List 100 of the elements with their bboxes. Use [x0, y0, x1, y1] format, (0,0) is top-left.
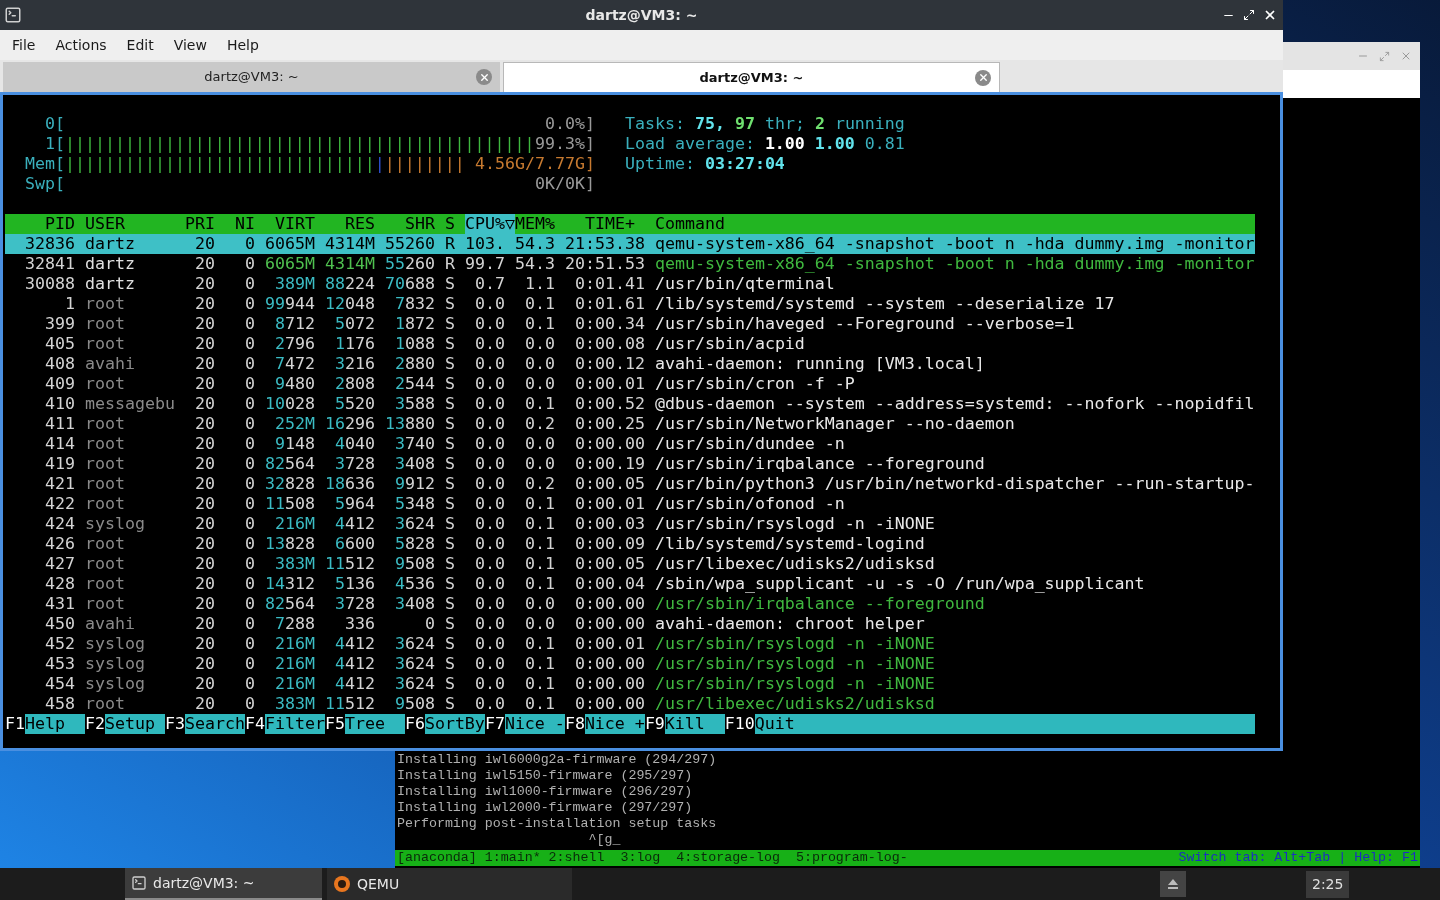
table-cell: 14312 — [265, 574, 315, 594]
table-cell-text: syslog — [85, 634, 146, 654]
process-row[interactable]: 409 root 20 0 9480 2808 2544 S 0.0 0.0 0:00.01 /usr/sbin/cron -f -P — [5, 374, 1255, 394]
table-cell: 11512 — [325, 694, 375, 714]
table-cell: 11512 — [325, 554, 375, 574]
process-row[interactable]: 453 syslog 20 0 216M 4412 3624 S 0.0 0.1 0:00.00 /usr/sbin/rsyslogd -n -iNONE — [5, 654, 1255, 674]
table-cell-text: 0:00.01 — [574, 634, 645, 654]
process-row[interactable]: 32836 dartz 20 0 6065M 4314M 55260 R 103. 54.3 21:53.38 qemu-system-x86_64 -snapshot -boot n -hda dummy.img -monitor — [5, 234, 1255, 254]
terminal-tab[interactable]: dartz@VM3: ~ — [3, 62, 500, 92]
process-row[interactable]: 452 syslog 20 0 216M 4412 3624 S 0.0 0.1 0:00.01 /usr/sbin/rsyslogd -n -iNONE — [5, 634, 1255, 654]
process-row[interactable]: 399 root 20 0 8712 5072 1872 S 0.0 0.1 0:00.34 /usr/sbin/haveged --Foreground --verbose=1 — [5, 314, 1255, 334]
table-cell-text: 0.0 — [524, 374, 555, 394]
function-key-action[interactable]: Nice - — [504, 714, 565, 734]
table-cell-text: avahi — [85, 354, 136, 374]
process-row[interactable]: 458 root 20 0 383M 11512 9508 S 0.0 0.1 0:00.00 /usr/libexec/udisks2/udisksd — [5, 694, 1255, 714]
table-cell-text: 0.2 — [524, 414, 555, 434]
function-key-action[interactable]: Tree — [344, 714, 405, 734]
process-row[interactable]: 411 root 20 0 252M 16296 13880 S 0.0 0.2 0:00.25 /usr/sbin/NetworkManager --no-daemon — [5, 414, 1255, 434]
table-cell-text: root — [85, 494, 126, 514]
table-cell: 103. — [465, 234, 505, 254]
menu-item[interactable]: View — [164, 31, 216, 59]
table-cell-text: 0.0 — [474, 394, 505, 414]
table-cell-text: 0.0 — [524, 594, 555, 614]
menu-item[interactable]: Actions — [46, 31, 116, 59]
process-row[interactable]: 408 avahi 20 0 7472 3216 2880 S 0.0 0.0 0:00.12 avahi-daemon: running [VM3.local] — [5, 354, 1255, 374]
table-cell-text: 20 — [194, 674, 215, 694]
terminal-tab[interactable]: dartz@VM3: ~ — [503, 62, 1000, 92]
table-cell-text: 0 — [244, 294, 255, 314]
process-row[interactable]: 426 root 20 0 13828 6600 5828 S 0.0 0.1 0:00.09 /lib/systemd/systemd-logind — [5, 534, 1255, 554]
process-row[interactable]: 32841 dartz 20 0 6065M 4314M 55260 R 99.7 54.3 20:51.53 qemu-system-x86_64 -snapshot -boot n -hda dummy.img -monitor — [5, 254, 1255, 274]
column-header[interactable]: PRI — [185, 214, 215, 234]
function-key-action[interactable]: Quit — [754, 714, 1255, 734]
table-cell-text: 3624 — [394, 634, 435, 654]
table-cell-text: 20 — [194, 694, 215, 714]
function-key-action[interactable]: Kill — [664, 714, 725, 734]
process-row[interactable]: 421 root 20 0 32828 18636 9912 S 0.0 0.2 0:00.05 /usr/bin/python3 /usr/bin/networkd-dispatcher --run-startup- — [5, 474, 1255, 494]
process-row[interactable]: 422 root 20 0 11508 5964 5348 S 0.0 0.1 0:00.01 /usr/sbin/ofonod -n — [5, 494, 1255, 514]
menu-item[interactable]: File — [3, 31, 45, 59]
table-cell: 13828 — [265, 534, 315, 554]
column-header[interactable]: NI — [225, 214, 255, 234]
clock[interactable]: 2:25 — [1306, 870, 1350, 898]
function-key-action[interactable]: Search — [184, 714, 245, 734]
table-cell-text: 0 — [244, 474, 255, 494]
table-cell-text: 9508 — [394, 694, 435, 714]
table-cell-text: 2808 — [334, 374, 375, 394]
process-row[interactable]: 410 messagebu 20 0 10028 5520 3588 S 0.0 0.1 0:00.52 @dbus-daemon --system --address=systemd: --nofork --nopidfil — [5, 394, 1255, 414]
function-key-action[interactable]: SortBy — [424, 714, 485, 734]
process-row[interactable]: 427 root 20 0 383M 11512 9508 S 0.0 0.1 0:00.05 /usr/libexec/udisks2/udisksd — [5, 554, 1255, 574]
table-cell: S — [445, 634, 455, 654]
close-icon[interactable] — [1263, 8, 1277, 22]
process-row[interactable]: 30088 dartz 20 0 389M 88224 70688 S 0.7 1.1 0:01.41 /usr/bin/qterminal — [5, 274, 1255, 294]
console-line: Installing iwl2000-firmware (297/297) — [396, 800, 694, 816]
column-header[interactable]: TIME+ — [565, 214, 645, 234]
process-row[interactable]: 414 root 20 0 9148 4040 3740 S 0.0 0.0 0:00.00 /usr/sbin/dundee -n — [5, 434, 1255, 454]
taskbar-button[interactable]: dartz@VM3: ~ — [125, 868, 322, 900]
menu-item[interactable]: Help — [217, 31, 268, 59]
column-header[interactable]: CPU%▽ — [465, 214, 515, 234]
table-cell-text: 452 — [44, 634, 75, 654]
maximize-icon[interactable] — [1243, 9, 1255, 21]
table-cell-text: 0.1 — [524, 674, 555, 694]
process-row[interactable]: 454 syslog 20 0 216M 4412 3624 S 0.0 0.1 0:00.00 /usr/sbin/rsyslogd -n -iNONE — [5, 674, 1255, 694]
column-header[interactable]: USER — [85, 214, 175, 234]
column-header[interactable]: S — [445, 214, 455, 234]
table-cell-text: 426 — [44, 534, 75, 554]
table-cell-text: 427 — [44, 554, 75, 574]
close-tab-icon[interactable] — [476, 69, 492, 85]
table-cell: S — [445, 514, 455, 534]
function-key-action[interactable]: Help — [25, 714, 85, 734]
column-header[interactable]: VIRT — [265, 214, 315, 234]
table-cell-text: 0.1 — [524, 634, 555, 654]
process-row[interactable]: 1 root 20 0 99944 12048 7832 S 0.0 0.1 0:01.61 /lib/systemd/systemd --system --deserialize 17 — [5, 294, 1255, 314]
table-cell-text: /usr/sbin/rsyslogd -n -iNONE — [655, 634, 936, 654]
table-cell-text: 20 — [194, 394, 215, 414]
table-cell-text: 20 — [194, 574, 215, 594]
menu-item[interactable]: Edit — [117, 31, 163, 59]
summary-text: 0.81 — [864, 134, 905, 154]
process-row[interactable]: 431 root 20 0 82564 3728 3408 S 0.0 0.0 0:00.00 /usr/sbin/irqbalance --foreground — [5, 594, 1255, 614]
function-key-action[interactable]: Nice + — [584, 714, 645, 734]
table-cell-text: 450 — [44, 614, 75, 634]
process-row[interactable]: 428 root 20 0 14312 5136 4536 S 0.0 0.1 0:00.04 /sbin/wpa_supplicant -u -s -O /run/wpa_supplicant — [5, 574, 1255, 594]
process-row[interactable]: 450 avahi 20 0 7288 336 0 S 0.0 0.0 0:00.00 avahi-daemon: chroot helper — [5, 614, 1255, 634]
table-cell-text: 419 — [44, 454, 75, 474]
table-cell-text: syslog — [85, 654, 146, 674]
table-cell-text: 0.0 — [474, 534, 505, 554]
eject-icon[interactable] — [1160, 871, 1186, 897]
table-cell-text: 0.0 — [474, 294, 505, 314]
table-cell-text: 1088 — [394, 334, 435, 354]
close-tab-icon[interactable] — [975, 69, 991, 86]
table-cell-text: 20 — [194, 614, 215, 634]
column-header[interactable]: MEM% — [515, 214, 555, 234]
table-cell-text: 0.0 — [474, 354, 505, 374]
column-header[interactable]: RES — [325, 214, 375, 234]
column-header[interactable]: PID — [5, 214, 75, 234]
process-row[interactable]: 419 root 20 0 82564 3728 3408 S 0.0 0.0 0:00.19 /usr/sbin/irqbalance --foreground — [5, 454, 1255, 474]
process-row[interactable]: 424 syslog 20 0 216M 4412 3624 S 0.0 0.1 0:00.03 /usr/sbin/rsyslogd -n -iNONE — [5, 514, 1255, 534]
column-header[interactable]: SHR — [385, 214, 435, 234]
taskbar-button[interactable]: QEMU — [327, 868, 572, 900]
column-header[interactable]: Command — [655, 214, 1255, 234]
function-key-action[interactable]: Setup — [104, 714, 165, 734]
process-row[interactable]: 405 root 20 0 2796 1176 1088 S 0.0 0.0 0:00.08 /usr/sbin/acpid — [5, 334, 1255, 354]
